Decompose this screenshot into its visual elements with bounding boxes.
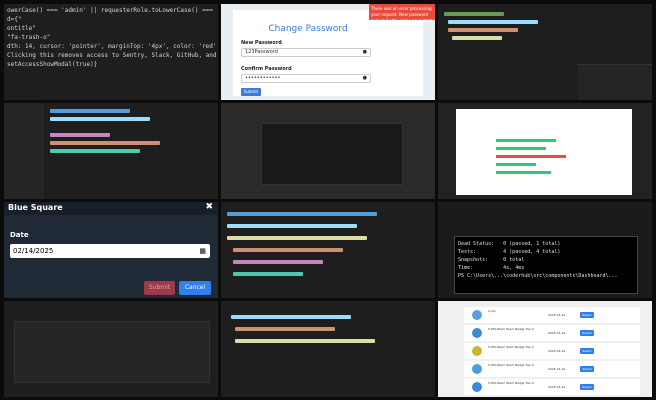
terminal-tile: Dead Status: 0 (passed, 1 total) Tests: 4… bbox=[438, 202, 652, 298]
terminal-line: Time: 4s, 4ms bbox=[458, 265, 525, 271]
list-item-title: T-050-Team Team Badge Tier 2 bbox=[488, 345, 534, 349]
list-item-title: T-050-Team Team Badge Tier 2 bbox=[488, 327, 534, 331]
list-item-date: 2025-01-01 bbox=[548, 313, 566, 317]
badge-list: Cyan 2025-01-01 Select T-050-Team Team Badg… bbox=[438, 301, 652, 397]
eye-icon[interactable]: ● bbox=[363, 75, 367, 82]
new-password-label: New Password bbox=[241, 40, 282, 46]
error-toast: There was an error processing your reque… bbox=[369, 4, 435, 29]
badge-icon bbox=[472, 346, 482, 356]
code-line: owerCase() === 'admin' || requesterRole.… bbox=[7, 7, 218, 14]
terminal-line: Tests: 4 (passed, 4 total) bbox=[458, 249, 561, 255]
badge-icon bbox=[472, 328, 482, 338]
new-password-field[interactable]: 123Password ● bbox=[241, 48, 371, 57]
calendar-icon[interactable]: ▦ bbox=[199, 244, 206, 258]
code-line: Clicking this removes access to Sentry, … bbox=[7, 52, 217, 59]
badge-list-tile: Cyan 2025-01-01 Select T-050-Team Team Badg… bbox=[438, 301, 652, 397]
vscode-explorer-tile bbox=[4, 103, 218, 199]
list-item-title: T-050-Team Team Badge Tier 2 bbox=[488, 381, 534, 385]
badge-icon bbox=[472, 364, 482, 374]
confirm-password-label: Confirm Password bbox=[241, 66, 292, 72]
terminal-lines: Dead Status: 0 (passed, 1 total) Tests: 4… bbox=[455, 237, 637, 283]
blue-square-modal-tile: Blue Square ✖ Date 02/14/2025 ▦ Submit C… bbox=[4, 202, 218, 298]
close-icon[interactable]: ✖ bbox=[205, 202, 213, 212]
chart-background bbox=[438, 103, 652, 199]
date-value: 02/14/2025 bbox=[13, 247, 54, 255]
list-item-date: 2025-01-01 bbox=[548, 349, 566, 353]
change-password-page: Change Password New Password 123Password… bbox=[221, 4, 435, 100]
code-line: setAccessShowModal(true)} bbox=[7, 61, 98, 68]
select-button[interactable]: Select bbox=[580, 312, 594, 318]
code-line: ontitle" bbox=[7, 25, 36, 32]
code-line: "fa-trash-o" bbox=[7, 34, 51, 41]
dark-app-tile bbox=[221, 103, 435, 199]
chart-card bbox=[456, 109, 632, 195]
change-password-tile: Change Password New Password 123Password… bbox=[221, 4, 435, 100]
list-item-date: 2025-01-01 bbox=[548, 385, 566, 389]
modal-header: Blue Square ✖ bbox=[4, 202, 218, 215]
select-button[interactable]: Select bbox=[580, 384, 594, 390]
confirm-password-field[interactable]: •••••••••••• ● bbox=[241, 74, 371, 83]
code-line: dth: 14, cursor: 'pointer', marginTop: '… bbox=[7, 43, 218, 50]
confirm-password-value: •••••••••••• bbox=[245, 75, 281, 81]
code-editor-tile-2 bbox=[438, 4, 652, 100]
blue-square-modal: Blue Square ✖ Date 02/14/2025 ▦ Submit C… bbox=[4, 202, 218, 298]
terminal-line: Dead Status: 0 (passed, 1 total) bbox=[458, 241, 561, 247]
list-item: Cyan 2025-01-01 Select bbox=[464, 307, 640, 323]
page-title: Change Password bbox=[268, 24, 348, 34]
select-button[interactable]: Select bbox=[580, 348, 594, 354]
dark-table-tile bbox=[4, 301, 218, 397]
list-item: T-050-Team Team Badge Tier 2 2025-01-01 Se… bbox=[464, 361, 640, 377]
submit-button[interactable]: Submit bbox=[144, 281, 175, 295]
code-editor-tile-4 bbox=[221, 301, 435, 397]
code-line: d={" bbox=[7, 16, 22, 23]
select-button[interactable]: Select bbox=[580, 366, 594, 372]
code-editor-tile-3 bbox=[221, 202, 435, 298]
list-item: T-050-Team Team Badge Tier 2 2025-01-01 Se… bbox=[464, 379, 640, 395]
list-item: T-050-Team Team Badge Tier 2 2025-01-01 Se… bbox=[464, 343, 640, 359]
cancel-button[interactable]: Cancel bbox=[179, 281, 211, 295]
list-item-title: T-050-Team Team Badge Tier 2 bbox=[488, 363, 534, 367]
list-item-title: Cyan bbox=[488, 309, 496, 313]
list-item-date: 2025-01-01 bbox=[548, 331, 566, 335]
date-input[interactable]: 02/14/2025 ▦ bbox=[10, 244, 210, 258]
terminal-line: PS C:\Users\...\coderhub\src\components\… bbox=[458, 273, 618, 279]
submit-button[interactable]: Submit bbox=[241, 88, 261, 96]
new-password-value: 123Password bbox=[245, 49, 278, 55]
chart-tile bbox=[438, 103, 652, 199]
list-item-date: 2025-01-01 bbox=[548, 367, 566, 371]
terminal-line: Snapshots: 0 total bbox=[458, 257, 525, 263]
terminal-output: Dead Status: 0 (passed, 1 total) Tests: 4… bbox=[454, 236, 638, 294]
eye-icon[interactable]: ● bbox=[363, 49, 367, 56]
modal-title: Blue Square bbox=[8, 203, 63, 212]
code-lines: owerCase() === 'admin' || requesterRole.… bbox=[4, 4, 218, 71]
badge-icon bbox=[472, 310, 482, 320]
date-label: Date bbox=[10, 231, 29, 239]
list-item: T-050-Team Team Badge Tier 2 2025-01-01 Se… bbox=[464, 325, 640, 341]
badge-icon bbox=[472, 382, 482, 392]
code-editor-tile-1: owerCase() === 'admin' || requesterRole.… bbox=[4, 4, 218, 100]
select-button[interactable]: Select bbox=[580, 330, 594, 336]
